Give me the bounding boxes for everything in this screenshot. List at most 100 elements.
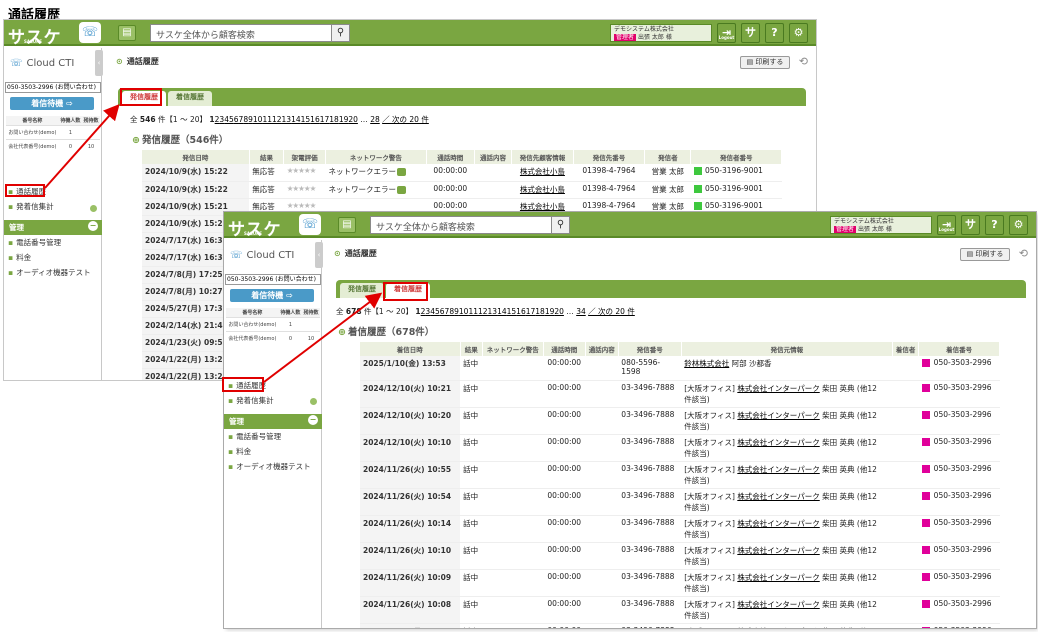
column-header[interactable]: ネットワーク警告 <box>325 150 427 164</box>
warning-icon[interactable] <box>397 185 406 194</box>
table-row[interactable]: 2024/11/25(月) 15:01話中 00:00:00 03-3496-788… <box>360 623 1000 628</box>
table-row[interactable]: 2024/11/26(火) 10:08 話中 00:00:00 03-3496-788… <box>360 596 1000 624</box>
plus-icon[interactable] <box>90 205 97 212</box>
table-row[interactable]: 2024/10/9(水) 15:22 無応答 ★★★★★ ネットワークエラー 00:00… <box>142 181 782 199</box>
refresh-icon[interactable]: ⟲ <box>1019 247 1028 260</box>
column-header[interactable]: 着信番号 <box>918 342 1000 356</box>
pager-page[interactable]: 12 <box>272 115 282 124</box>
phone-icon[interactable]: ☏ <box>299 214 321 235</box>
customer-link[interactable]: 株式会社小島 <box>520 185 565 194</box>
pager-page[interactable]: 10 <box>459 307 469 316</box>
pager-page[interactable]: 17 <box>320 115 330 124</box>
table-row[interactable]: 2024/11/26(火) 10:54 話中 00:00:00 03-3496-788… <box>360 488 1000 516</box>
pager-page[interactable]: 20 <box>554 307 564 316</box>
customer-link[interactable]: 株式会社インターパーク <box>737 627 819 629</box>
column-header[interactable]: 着信日時 <box>360 342 461 356</box>
table-row[interactable]: 2024/11/26(火) 10:10 話中 00:00:00 03-3496-788… <box>360 542 1000 570</box>
table-row[interactable]: 2025/1/10(金) 13:53 話中 00:00:00 080-5596- 159… <box>360 356 1000 381</box>
customer-link[interactable]: 株式会社インターパーク <box>737 600 819 609</box>
column-header[interactable]: 結果 <box>460 342 483 356</box>
app-logo[interactable]: サスケ SASUKE <box>228 215 282 240</box>
tab-outgoing[interactable]: 発信履歴 <box>340 283 384 298</box>
pager-page[interactable]: 11 <box>262 115 272 124</box>
sasuke-icon[interactable]: サ <box>961 215 980 235</box>
customer-link[interactable]: 株式会社インターパーク <box>737 573 819 582</box>
pager-page[interactable]: 16 <box>310 115 320 124</box>
table-row[interactable]: 2024/10/9(水) 15:22 無応答 ★★★★★ ネットワークエラー 00:00… <box>142 164 782 182</box>
search-input[interactable]: サスケ全体から顧客検索 <box>150 24 332 42</box>
tab-incoming[interactable]: 着信履歴 <box>386 283 430 298</box>
pager-next[interactable]: ／ 次の 20 件 <box>588 307 635 316</box>
chat-icon[interactable]: ▤ <box>118 25 136 41</box>
tab-incoming[interactable]: 着信履歴 <box>168 91 212 106</box>
sidebar-item-fees[interactable]: ▪ 料金 <box>4 250 102 265</box>
sidebar-item-call-history[interactable]: ▪ 通話履歴 <box>4 184 102 199</box>
column-header[interactable]: 発信番号 <box>618 342 682 356</box>
refresh-icon[interactable]: ⟲ <box>799 55 808 68</box>
star-icon[interactable]: ★★★★★ <box>287 201 317 210</box>
sidebar-item-fees[interactable]: ▪ 料金 <box>224 444 322 459</box>
pager-page[interactable]: 11 <box>468 307 478 316</box>
pager-page[interactable]: 20 <box>348 115 358 124</box>
admin-header[interactable]: 管理 − <box>4 220 102 235</box>
sidebar-item-stats[interactable]: ▪ 発着信集計 <box>224 393 322 408</box>
column-header[interactable]: 発信先顧客情報 <box>511 150 574 164</box>
line-select[interactable]: 050-3503-2996 (お問い合わせ) <box>5 82 101 93</box>
sidebar-item-phone-mgmt[interactable]: ▪ 電話番号管理 <box>224 429 322 444</box>
app-logo[interactable]: サスケ SASUKE <box>8 23 62 48</box>
print-button[interactable]: ▤ 印刷する <box>960 248 1010 261</box>
column-header[interactable]: 発信元情報 <box>681 342 894 356</box>
search-icon[interactable]: ⚲ <box>551 216 570 234</box>
table-row[interactable]: 2024/12/10(火) 10:20 話中 00:00:00 03-3496-788… <box>360 407 1000 435</box>
chat-icon[interactable]: ▤ <box>338 217 356 233</box>
pager-page[interactable]: 17 <box>526 307 536 316</box>
wait-button[interactable]: 着信待機 ⇨ <box>10 97 94 110</box>
pager-page[interactable]: 10 <box>253 115 263 124</box>
logout-icon[interactable]: ⇥ Logout <box>717 23 736 43</box>
settings-icon[interactable]: ⚙ <box>1009 215 1028 235</box>
pager-page[interactable]: 15 <box>507 307 517 316</box>
table-row[interactable]: 2024/12/10(火) 10:10 話中 00:00:00 03-3496-788… <box>360 434 1000 462</box>
pager-page[interactable]: 13 <box>488 307 498 316</box>
sidebar-item-audio-test[interactable]: ▪ オーディオ機器テスト <box>4 265 102 280</box>
table-row[interactable]: 2024/11/26(火) 10:09 話中 00:00:00 03-3496-788… <box>360 569 1000 597</box>
pager-page[interactable]: 14 <box>291 115 301 124</box>
search-input[interactable]: サスケ全体から顧客検索 <box>370 216 552 234</box>
warning-icon[interactable] <box>397 168 406 176</box>
wait-button[interactable]: 着信待機 ⇨ <box>230 289 314 302</box>
pager-page[interactable]: 16 <box>516 307 526 316</box>
pager-page[interactable]: 13 <box>282 115 292 124</box>
admin-header[interactable]: 管理 − <box>224 414 322 429</box>
phone-icon[interactable]: ☏ <box>79 22 101 43</box>
tab-outgoing[interactable]: 発信履歴 <box>122 91 166 106</box>
sidebar-item-phone-mgmt[interactable]: ▪ 電話番号管理 <box>4 235 102 250</box>
customer-link[interactable]: 株式会社インターパーク <box>737 465 819 474</box>
print-button[interactable]: ▤ 印刷する <box>740 56 790 69</box>
star-icon[interactable]: ★★★★★ <box>287 166 317 175</box>
pager-page[interactable]: 15 <box>301 115 311 124</box>
table-row[interactable]: 2024/11/26(火) 10:14 話中 00:00:00 03-3496-788… <box>360 515 1000 543</box>
column-header[interactable]: 発信日時 <box>142 150 250 164</box>
customer-link[interactable]: 株式会社インターパーク <box>737 411 819 420</box>
star-icon[interactable]: ★★★★★ <box>287 184 317 193</box>
pager-page[interactable]: 18 <box>329 115 339 124</box>
pager-next[interactable]: ／ 次の 20 件 <box>382 115 429 124</box>
collapse-icon[interactable]: ‹ <box>95 50 103 76</box>
column-header[interactable]: 通話時間 <box>426 150 475 164</box>
pager-page[interactable]: 19 <box>545 307 555 316</box>
settings-icon[interactable]: ⚙ <box>789 23 808 43</box>
table-row[interactable]: 2024/12/10(火) 10:21 話中 00:00:00 03-3496-788… <box>360 380 1000 408</box>
customer-link[interactable]: 鈴林株式会社 <box>684 359 729 368</box>
column-header[interactable]: 通話内容 <box>474 150 513 164</box>
pager-page[interactable]: 18 <box>535 307 545 316</box>
plus-icon[interactable] <box>310 398 317 405</box>
line-select[interactable]: 050-3503-2996 (お問い合わせ) <box>225 274 321 285</box>
column-header[interactable]: 発信者 <box>644 150 692 164</box>
sidebar-item-audio-test[interactable]: ▪ オーディオ機器テスト <box>224 459 322 474</box>
customer-link[interactable]: 株式会社小島 <box>520 167 565 176</box>
help-icon[interactable]: ? <box>985 215 1004 235</box>
pager-page[interactable]: 19 <box>339 115 349 124</box>
customer-link[interactable]: 株式会社インターパーク <box>737 492 819 501</box>
help-icon[interactable]: ? <box>765 23 784 43</box>
customer-link[interactable]: 株式会社インターパーク <box>737 438 819 447</box>
